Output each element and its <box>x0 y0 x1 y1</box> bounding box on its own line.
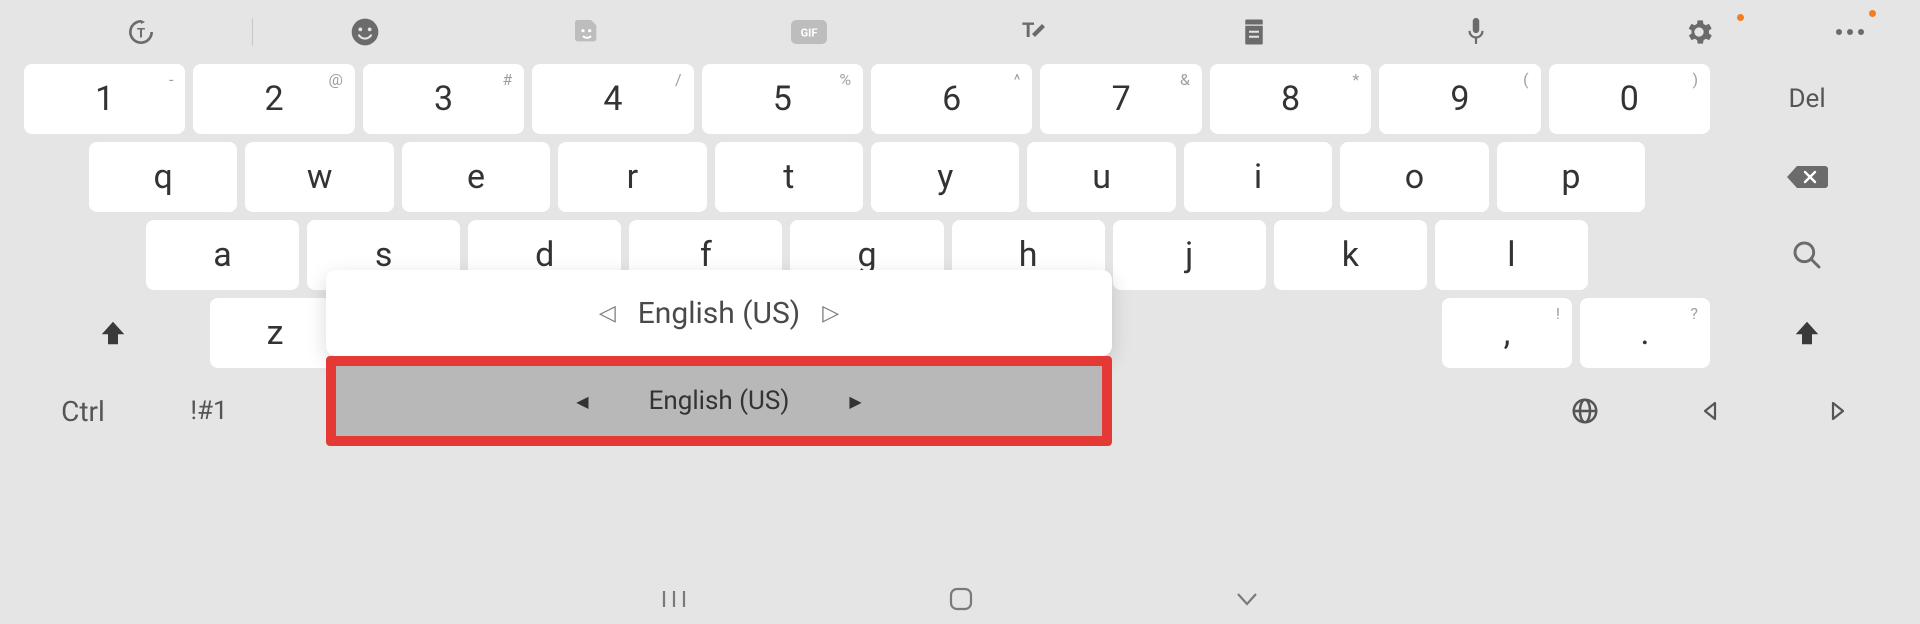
popup-next-icon[interactable]: ▷ <box>822 301 839 326</box>
keyboard-toolbar: T GIF T <box>0 0 1920 64</box>
key-0[interactable]: 0) <box>1549 64 1710 134</box>
svg-text:T: T <box>137 26 145 41</box>
language-popup-label: English (US) <box>638 296 800 331</box>
key-z[interactable]: z <box>210 298 340 368</box>
android-navbar <box>0 574 1920 624</box>
key-k[interactable]: k <box>1274 220 1427 290</box>
key-e[interactable]: e <box>402 142 550 212</box>
key-8[interactable]: 8* <box>1210 64 1371 134</box>
key-cursor-right[interactable] <box>1778 376 1896 446</box>
key-5[interactable]: 5% <box>702 64 863 134</box>
language-popup[interactable]: ◁ English (US) ▷ <box>326 270 1112 356</box>
gif-icon[interactable]: GIF <box>698 0 920 64</box>
clipboard-icon[interactable] <box>1143 0 1365 64</box>
key-u[interactable]: u <box>1027 142 1175 212</box>
key-t[interactable]: t <box>715 142 863 212</box>
key-shift-left[interactable] <box>24 298 202 368</box>
key-backspace[interactable] <box>1718 142 1896 212</box>
key-comma[interactable]: ,! <box>1442 298 1572 368</box>
space-next-icon: ▶ <box>849 392 861 411</box>
more-badge-dot <box>1869 10 1876 17</box>
emoji-icon[interactable] <box>253 0 475 64</box>
row-numbers: 1- 2@ 3# 4/ 5% 6^ 7& 8* 9( 0) Del <box>24 64 1896 134</box>
key-y[interactable]: y <box>871 142 1019 212</box>
sticker-icon[interactable] <box>476 0 698 64</box>
key-o[interactable]: o <box>1340 142 1488 212</box>
text-scan-icon[interactable]: T <box>30 0 252 64</box>
key-a[interactable]: a <box>146 220 299 290</box>
key-7[interactable]: 7& <box>1040 64 1201 134</box>
key-9[interactable]: 9( <box>1379 64 1540 134</box>
key-w[interactable]: w <box>245 142 393 212</box>
popup-prev-icon[interactable]: ◁ <box>599 301 616 326</box>
handwriting-icon[interactable]: T <box>921 0 1143 64</box>
row-qwerty: q w e r t y u i o p <box>24 142 1896 212</box>
key-period[interactable]: .? <box>1580 298 1710 368</box>
key-r[interactable]: r <box>558 142 706 212</box>
nav-back-icon[interactable] <box>1234 590 1260 608</box>
key-3[interactable]: 3# <box>363 64 524 134</box>
key-j[interactable]: j <box>1113 220 1266 290</box>
nav-home-icon[interactable] <box>948 586 974 612</box>
key-i[interactable]: i <box>1184 142 1332 212</box>
key-4[interactable]: 4/ <box>532 64 693 134</box>
key-ctrl[interactable]: Ctrl <box>24 376 142 446</box>
key-6[interactable]: 6^ <box>871 64 1032 134</box>
key-spacebar[interactable]: ◀ English (US) ▶ <box>336 366 1102 436</box>
settings-icon[interactable] <box>1588 0 1810 64</box>
key-cursor-left[interactable] <box>1652 376 1770 446</box>
key-l[interactable]: l <box>1435 220 1588 290</box>
key-1[interactable]: 1- <box>24 64 185 134</box>
nav-recents-icon[interactable] <box>660 588 688 610</box>
key-search[interactable] <box>1718 220 1896 290</box>
settings-badge-dot <box>1737 14 1744 21</box>
key-symbols[interactable]: !#1 <box>150 376 268 446</box>
svg-text:GIF: GIF <box>801 27 818 40</box>
key-shift-right[interactable] <box>1718 298 1896 368</box>
key-2[interactable]: 2@ <box>193 64 354 134</box>
key-p[interactable]: p <box>1497 142 1645 212</box>
voice-icon[interactable] <box>1365 0 1587 64</box>
key-q[interactable]: q <box>89 142 237 212</box>
key-delete[interactable]: Del <box>1718 64 1896 134</box>
more-icon[interactable] <box>1810 0 1890 64</box>
svg-text:T: T <box>1022 18 1034 42</box>
spacebar-highlight: ◀ English (US) ▶ <box>326 356 1112 446</box>
space-prev-icon: ◀ <box>576 392 588 411</box>
spacebar-label: English (US) <box>649 386 790 416</box>
key-language[interactable] <box>1526 376 1644 446</box>
